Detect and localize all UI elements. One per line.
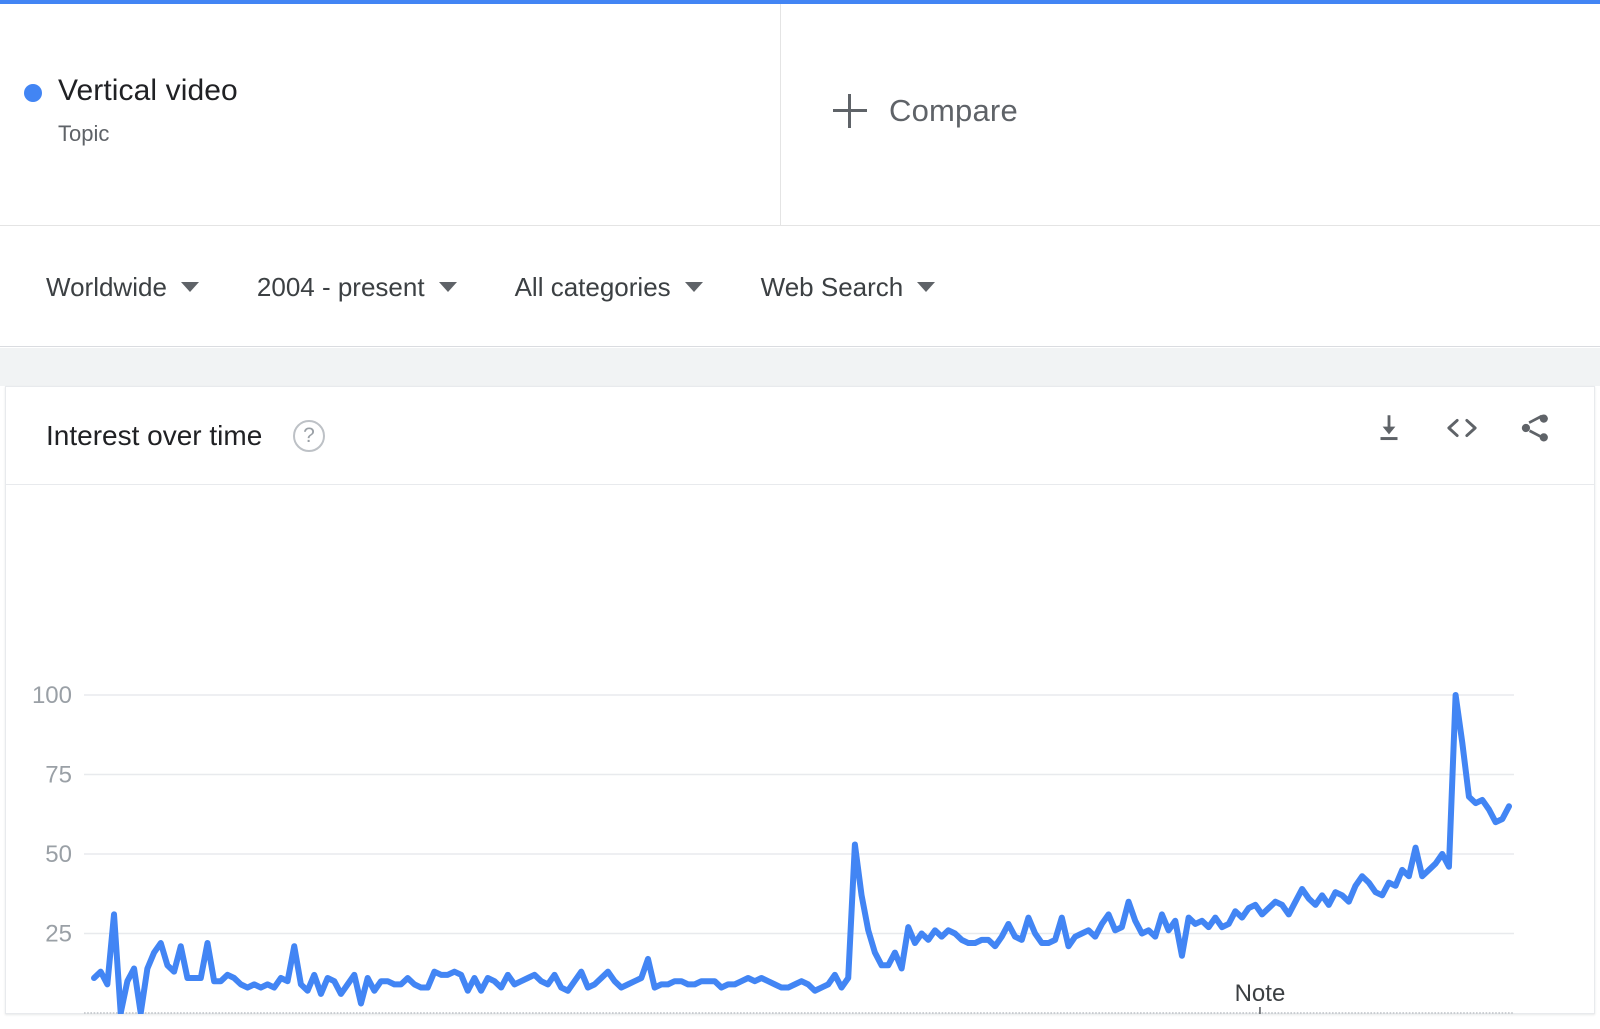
y-axis-tick-label: 25 [45, 921, 72, 948]
search-term-type: Topic [58, 121, 110, 146]
chevron-down-icon [438, 281, 457, 292]
query-header: Vertical video Topic Compare [0, 4, 1600, 226]
series-color-dot [24, 84, 42, 102]
add-compare-button[interactable]: Compare [833, 94, 1018, 128]
search-term-text: Vertical video Topic [58, 72, 238, 149]
card-toolbar [1372, 411, 1552, 445]
filter-search-type[interactable]: Web Search [761, 272, 936, 302]
section-gap [0, 348, 1600, 386]
google-trends-page: Vertical video Topic Compare Worldwide 2… [0, 0, 1600, 1029]
filter-bar: Worldwide 2004 - present All categories … [0, 227, 1600, 347]
compare-cell: Compare [781, 4, 1600, 225]
chevron-down-icon [180, 281, 199, 292]
download-icon[interactable] [1372, 411, 1406, 445]
filter-region[interactable]: Worldwide [46, 272, 199, 302]
chart-annotation-label[interactable]: Note [1235, 980, 1286, 1007]
filter-category[interactable]: All categories [515, 272, 703, 302]
share-icon[interactable] [1518, 411, 1552, 445]
y-axis-tick-label: 100 [32, 682, 72, 709]
card-title: Interest over time [46, 420, 263, 451]
search-term-title: Vertical video [58, 74, 238, 107]
compare-label: Compare [889, 93, 1018, 128]
filter-region-label: Worldwide [46, 271, 167, 302]
search-term-wrap: Vertical video Topic [24, 72, 238, 149]
chevron-down-icon [684, 281, 703, 292]
help-icon[interactable]: ? [293, 420, 325, 452]
filter-search-type-label: Web Search [760, 271, 904, 302]
interest-over-time-card: Interest over time ? 100 75 50 25 Note [5, 386, 1595, 1014]
filter-category-label: All categories [514, 271, 671, 302]
search-term-card[interactable]: Vertical video Topic [0, 4, 781, 225]
interest-line-chart: 100755025Jan 1, 2004Jan 1, 2010Jan 1, 20… [32, 682, 1514, 1014]
plus-icon [833, 94, 867, 128]
filter-time-range[interactable]: 2004 - present [257, 272, 457, 302]
chevron-down-icon [917, 281, 936, 292]
y-axis-tick-label: 50 [45, 841, 72, 868]
chart-plot-area[interactable]: 100755025Jan 1, 2004Jan 1, 2010Jan 1, 20… [6, 485, 1594, 1014]
filter-time-range-label: 2004 - present [256, 271, 425, 302]
y-axis-tick-label: 75 [45, 762, 72, 789]
embed-code-icon[interactable] [1444, 411, 1480, 445]
card-header: Interest over time ? [6, 387, 1594, 485]
